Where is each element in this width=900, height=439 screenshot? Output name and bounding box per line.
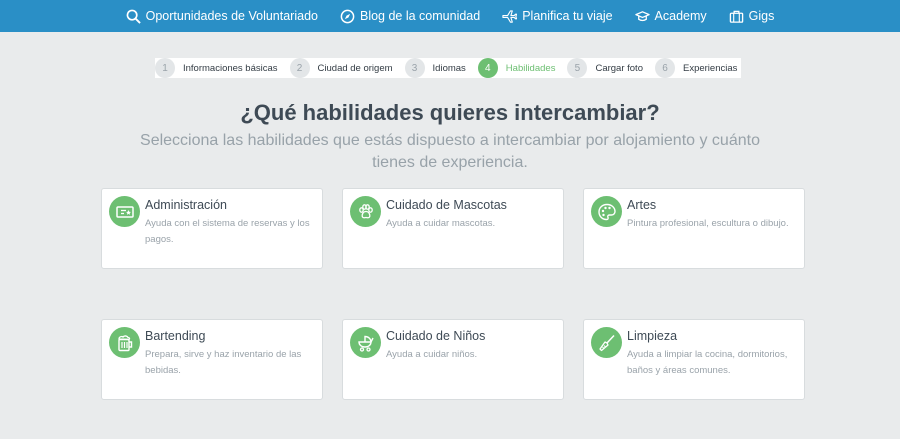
skill-card-cleaning[interactable]: Limpieza Ayuda a limpiar la cocina, dorm… bbox=[583, 319, 805, 400]
step-number: 5 bbox=[567, 58, 588, 78]
skill-card-bartending[interactable]: Bartending Prepara, sirve y haz inventar… bbox=[101, 319, 323, 400]
nav-item-plan-trip[interactable]: Planifica tu viaje bbox=[502, 9, 613, 24]
search-icon bbox=[126, 9, 141, 24]
graduation-cap-icon bbox=[634, 10, 650, 21]
skill-title: Bartending bbox=[145, 329, 206, 343]
stroller-icon bbox=[350, 327, 381, 358]
skill-card-administration[interactable]: Administración Ayuda con el sistema de r… bbox=[101, 188, 323, 269]
skill-title: Cuidado de Mascotas bbox=[386, 198, 507, 212]
step-number: 2 bbox=[289, 58, 310, 78]
step-hometown[interactable]: 2 Ciudad de origem bbox=[289, 58, 393, 78]
skill-description: Prepara, sirve y haz inventario de las b… bbox=[145, 349, 302, 376]
paw-icon bbox=[350, 196, 381, 227]
skill-title: Artes bbox=[627, 198, 657, 212]
step-number: 6 bbox=[654, 58, 675, 78]
nav-item-label: Oportunidades de Voluntariado bbox=[145, 9, 318, 23]
skill-card-pet-care[interactable]: Cuidado de Mascotas Ayuda a cuidar masco… bbox=[342, 188, 564, 269]
nav-item-volunteering[interactable]: Oportunidades de Voluntariado bbox=[126, 9, 318, 24]
step-basic-info[interactable]: 1 Informaciones básicas bbox=[155, 58, 278, 78]
nav-item-blog[interactable]: Blog de la comunidad bbox=[340, 9, 480, 24]
compass-icon bbox=[340, 9, 355, 23]
nav-item-label: Gigs bbox=[748, 9, 775, 23]
nav-item-gigs[interactable]: Gigs bbox=[729, 9, 775, 24]
nav-item-label: Blog de la comunidad bbox=[359, 9, 481, 23]
skill-title: Cuidado de Niños bbox=[386, 329, 486, 343]
skill-description: Ayuda a limpiar la cocina, dormitorios, … bbox=[627, 349, 788, 376]
step-label: Cargar foto bbox=[595, 62, 643, 74]
step-number: 1 bbox=[155, 58, 175, 78]
nav-item-label: Planifica tu viaje bbox=[522, 9, 613, 23]
skill-description: Pintura profesional, escultura o dibujo. bbox=[627, 218, 789, 229]
skill-title: Limpieza bbox=[627, 329, 678, 343]
step-number: 4 bbox=[477, 58, 498, 78]
ticket-icon bbox=[109, 196, 140, 227]
briefcase-icon bbox=[729, 10, 743, 23]
step-upload-photo[interactable]: 5 Cargar foto bbox=[567, 58, 643, 78]
skill-card-childcare[interactable]: Cuidado de Niños Ayuda a cuidar niños. bbox=[342, 319, 564, 400]
broom-icon bbox=[591, 327, 622, 358]
step-label: Experiencias bbox=[682, 62, 738, 74]
plane-icon bbox=[502, 9, 518, 23]
step-label: Idiomas bbox=[432, 62, 466, 74]
step-languages[interactable]: 3 Idiomas bbox=[404, 58, 466, 78]
skill-description: Ayuda con el sistema de reservas y los p… bbox=[145, 218, 310, 245]
skill-description: Ayuda a cuidar niños. bbox=[386, 349, 478, 360]
nav-item-academy[interactable]: Academy bbox=[634, 9, 707, 24]
step-number: 3 bbox=[404, 58, 425, 78]
step-experiences[interactable]: 6 Experiencias bbox=[654, 58, 738, 78]
skill-description: Ayuda a cuidar mascotas. bbox=[386, 218, 496, 229]
progress-stepper: 1 Informaciones básicas 2 Ciudad de orig… bbox=[155, 58, 741, 78]
beer-mug-icon bbox=[109, 327, 140, 358]
step-skills[interactable]: 4 Habilidades bbox=[477, 58, 556, 78]
skill-title: Administración bbox=[145, 198, 227, 212]
page-title: ¿Qué habilidades quieres intercambiar? bbox=[240, 100, 660, 125]
palette-icon bbox=[591, 196, 622, 227]
top-nav: Oportunidades de Voluntariado Blog de la… bbox=[0, 0, 900, 32]
step-label: Habilidades bbox=[505, 62, 556, 74]
skill-card-arts[interactable]: Artes Pintura profesional, escultura o d… bbox=[583, 188, 805, 269]
page-subtitle: Selecciona las habilidades que estás dis… bbox=[140, 132, 760, 171]
step-label: Informaciones básicas bbox=[183, 62, 278, 74]
nav-item-label: Academy bbox=[654, 9, 707, 23]
step-label: Ciudad de origem bbox=[317, 62, 393, 74]
